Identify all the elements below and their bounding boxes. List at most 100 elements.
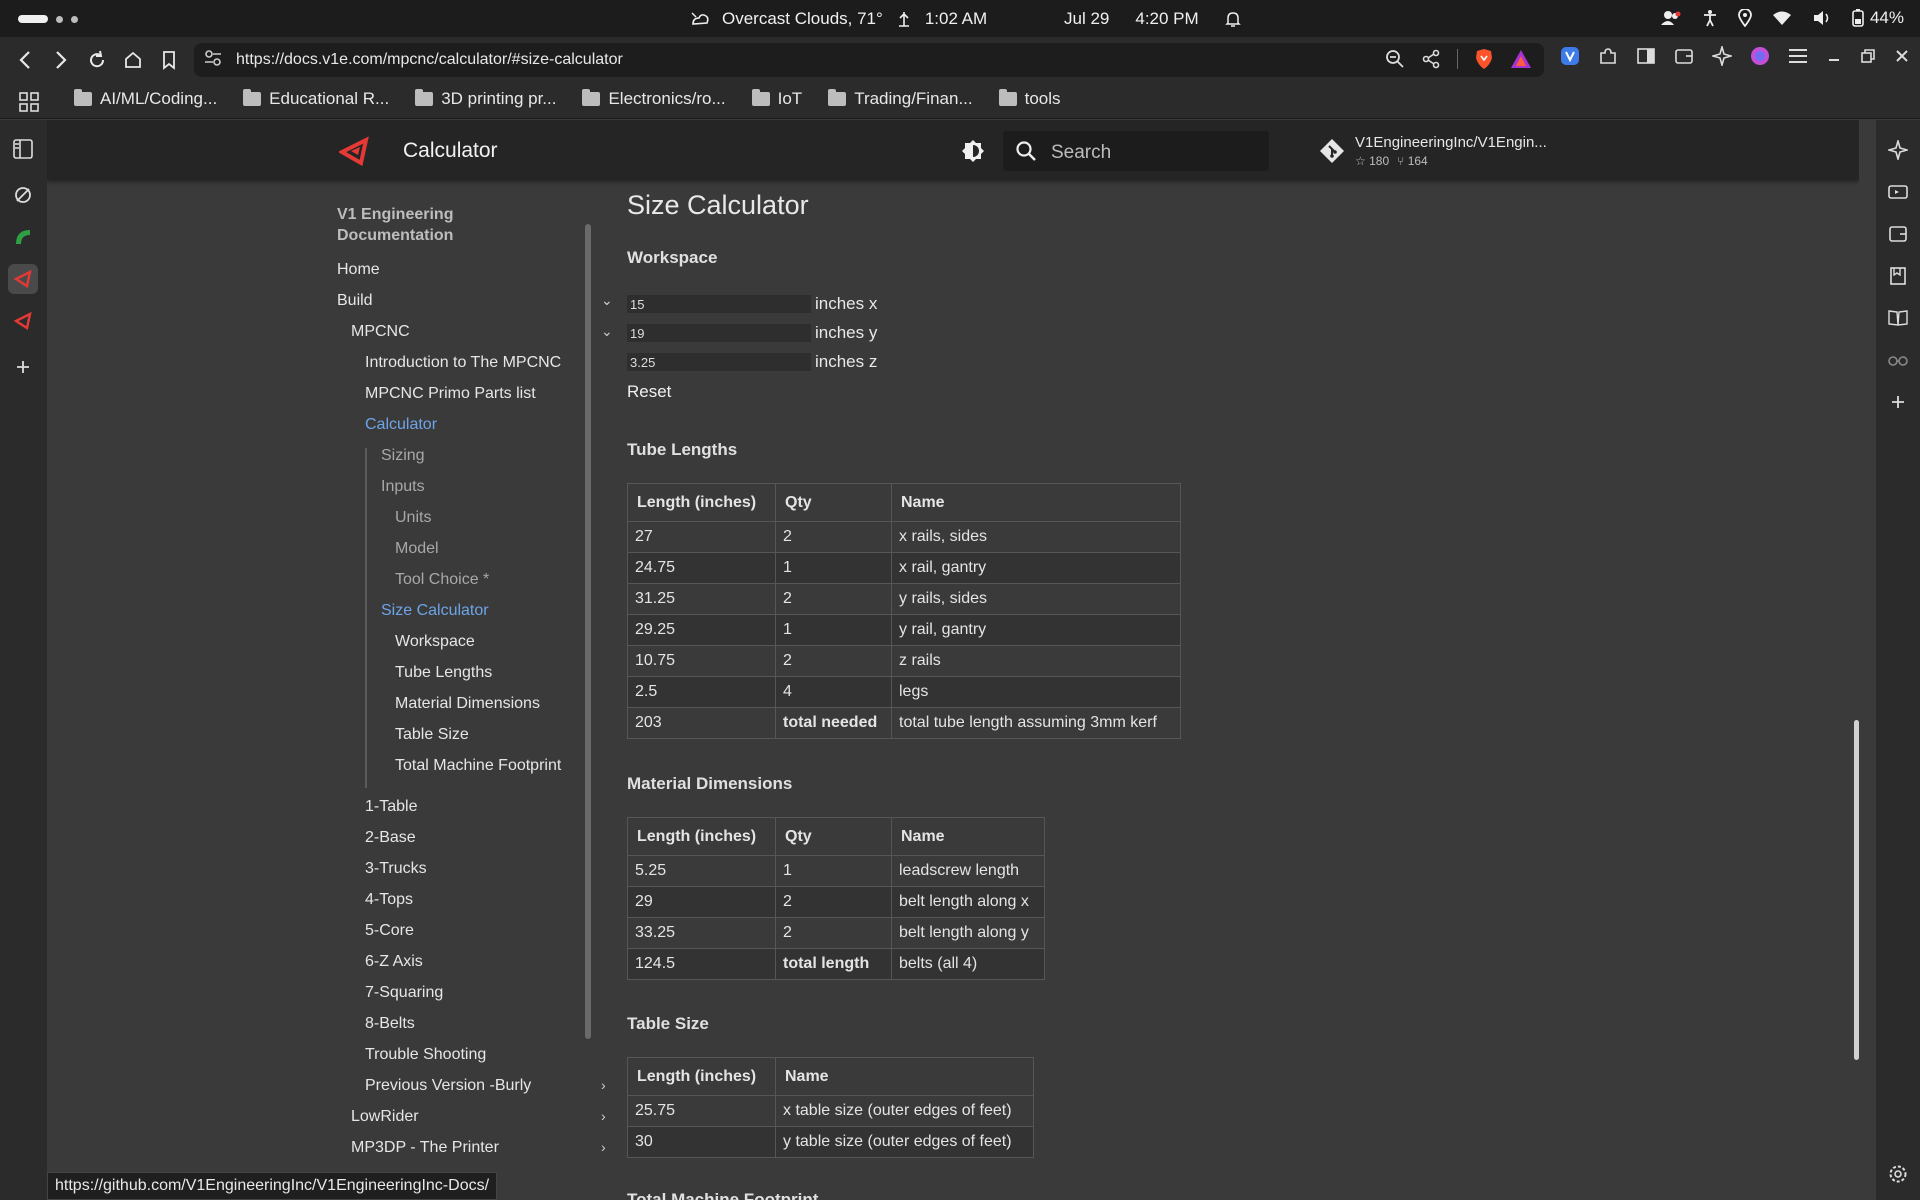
- volume-icon[interactable]: [1812, 10, 1832, 26]
- bookmark-folder[interactable]: tools: [998, 89, 1061, 109]
- add-panel-icon[interactable]: [8, 352, 38, 382]
- close-icon[interactable]: [1894, 48, 1910, 64]
- toc-item-table-size[interactable]: Table Size: [395, 726, 469, 744]
- share-icon[interactable]: [1421, 49, 1441, 69]
- add-sidebar-item-icon[interactable]: [1884, 388, 1912, 416]
- nav-title[interactable]: V1 Engineering Documentation: [337, 204, 453, 246]
- bookmarks-sidebar-icon[interactable]: [1884, 262, 1912, 290]
- people-icon[interactable]: [1660, 10, 1682, 26]
- video-call-icon[interactable]: [1884, 178, 1912, 206]
- nav-item-3-trucks[interactable]: 3-Trucks: [365, 860, 427, 878]
- nav-item-7-squaring[interactable]: 7-Squaring: [365, 984, 443, 1002]
- nav-item-1-table[interactable]: 1-Table: [365, 798, 417, 816]
- bookmark-folder[interactable]: AI/ML/Coding...: [74, 89, 217, 109]
- nav-item-mpcnc[interactable]: MPCNC: [351, 323, 410, 341]
- toc-item-inputs[interactable]: Inputs: [381, 478, 425, 496]
- leo-ai-sidebar-icon[interactable]: [1884, 136, 1912, 164]
- back-icon[interactable]: [14, 47, 36, 73]
- chevron-right-icon[interactable]: ›: [601, 1108, 606, 1124]
- reload-icon[interactable]: [86, 47, 108, 73]
- vpn-extension-icon[interactable]: [1560, 46, 1580, 66]
- bookmark-icon[interactable]: [158, 47, 180, 73]
- weather-text[interactable]: Overcast Clouds, 71°: [722, 9, 883, 29]
- bookmark-folder[interactable]: Trading/Finan...: [828, 89, 973, 109]
- speed-dial-icon[interactable]: [8, 180, 38, 210]
- nav-item-2-base[interactable]: 2-Base: [365, 829, 416, 847]
- brave-rewards-icon[interactable]: [1510, 49, 1532, 69]
- workspace-x-input[interactable]: [627, 295, 811, 313]
- page-scrollbar[interactable]: [1854, 120, 1859, 1200]
- nav-item-home[interactable]: Home: [337, 261, 380, 279]
- chevron-right-icon[interactable]: ›: [601, 1077, 606, 1093]
- sidebar-toggle-icon[interactable]: [1636, 46, 1656, 66]
- toc-item-tool-choice[interactable]: Tool Choice *: [395, 571, 489, 589]
- date-text[interactable]: Jul 29: [1064, 9, 1109, 29]
- page-scrollbar-thumb[interactable]: [1854, 720, 1859, 1060]
- clock-text[interactable]: 4:20 PM: [1135, 9, 1198, 29]
- nav-item-previous-version[interactable]: Previous Version -Burly: [365, 1077, 531, 1095]
- workspace-indicator[interactable]: [18, 15, 78, 23]
- v1-engineering-logo-icon[interactable]: [339, 136, 369, 166]
- wallet-icon[interactable]: [1674, 46, 1694, 66]
- reading-list-icon[interactable]: [1884, 304, 1912, 332]
- site-title[interactable]: Calculator: [403, 139, 498, 163]
- nav-item-trouble-shooting[interactable]: Trouble Shooting: [365, 1046, 486, 1064]
- minimize-icon[interactable]: [1826, 48, 1842, 64]
- toc-item-sizing[interactable]: Sizing: [381, 447, 425, 465]
- nav-item-4-tops[interactable]: 4-Tops: [365, 891, 413, 909]
- zoom-out-icon[interactable]: [1385, 49, 1405, 69]
- url-text[interactable]: https://docs.v1e.com/mpcnc/calculator/#s…: [236, 51, 623, 69]
- toc-item-workspace[interactable]: Workspace: [395, 633, 475, 651]
- v1-engineering-tab-icon[interactable]: [8, 306, 38, 336]
- chevron-down-icon[interactable]: ⌄: [601, 292, 613, 309]
- reset-button[interactable]: Reset: [627, 382, 671, 402]
- sidebar-panel-icon[interactable]: [8, 134, 38, 164]
- profile-avatar-icon[interactable]: [1750, 46, 1770, 66]
- nav-item-5-core[interactable]: 5-Core: [365, 922, 414, 940]
- bookmark-folder[interactable]: Electronics/ro...: [582, 89, 726, 109]
- toc-item-units[interactable]: Units: [395, 509, 431, 527]
- address-bar[interactable]: https://docs.v1e.com/mpcnc/calculator/#s…: [194, 43, 1544, 77]
- green-app-icon[interactable]: [8, 222, 38, 252]
- extensions-icon[interactable]: [1598, 46, 1618, 66]
- restore-icon[interactable]: [1860, 48, 1876, 64]
- apps-grid-icon[interactable]: [18, 91, 40, 113]
- nav-item-8-belts[interactable]: 8-Belts: [365, 1015, 415, 1033]
- nav-item-6-z-axis[interactable]: 6-Z Axis: [365, 953, 423, 971]
- theme-toggle-icon[interactable]: [961, 139, 985, 163]
- forward-icon[interactable]: [50, 47, 72, 73]
- toc-item-tube-lengths[interactable]: Tube Lengths: [395, 664, 492, 682]
- battery-indicator[interactable]: 44%: [1852, 8, 1904, 28]
- toc-item-total-footprint[interactable]: Total Machine Footprint: [395, 757, 561, 775]
- toc-item-material-dimensions[interactable]: Material Dimensions: [395, 695, 540, 713]
- accessibility-icon[interactable]: [1702, 9, 1718, 27]
- nav-item-introduction[interactable]: Introduction to The MPCNC: [365, 354, 561, 372]
- notification-bell-icon[interactable]: [1224, 10, 1241, 28]
- history-glasses-icon[interactable]: [1884, 346, 1912, 374]
- toc-item-size-calculator[interactable]: Size Calculator: [381, 602, 489, 620]
- nav-scrollbar[interactable]: [585, 204, 591, 1039]
- location-icon[interactable]: [1738, 9, 1752, 27]
- nav-item-parts-list[interactable]: MPCNC Primo Parts list: [365, 385, 536, 403]
- workspace-z-input[interactable]: [627, 353, 811, 371]
- nav-item-calculator[interactable]: Calculator: [365, 416, 437, 434]
- bookmark-folder[interactable]: Educational R...: [243, 89, 389, 109]
- toc-item-model[interactable]: Model: [395, 540, 439, 558]
- brave-shields-icon[interactable]: [1474, 48, 1494, 70]
- menu-icon[interactable]: [1788, 48, 1808, 64]
- leo-ai-icon[interactable]: [1712, 46, 1732, 66]
- workspace-y-input[interactable]: [627, 324, 811, 342]
- search-box[interactable]: Search: [1003, 131, 1269, 171]
- bookmark-folder[interactable]: 3D printing pr...: [415, 89, 556, 109]
- chevron-right-icon[interactable]: ›: [601, 1139, 606, 1155]
- chevron-down-icon[interactable]: ⌄: [601, 323, 613, 340]
- v1-engineering-tab-icon[interactable]: [8, 264, 38, 294]
- nav-scrollbar-thumb[interactable]: [585, 224, 591, 1039]
- wallet-sidebar-icon[interactable]: [1884, 220, 1912, 248]
- sidebar-settings-icon[interactable]: [1884, 1160, 1912, 1188]
- home-icon[interactable]: [122, 47, 144, 73]
- nav-item-build[interactable]: Build: [337, 292, 373, 310]
- nav-item-mp3dp[interactable]: MP3DP - The Printer: [351, 1139, 499, 1157]
- nav-item-lowrider[interactable]: LowRider: [351, 1108, 419, 1126]
- wifi-icon[interactable]: [1772, 10, 1792, 26]
